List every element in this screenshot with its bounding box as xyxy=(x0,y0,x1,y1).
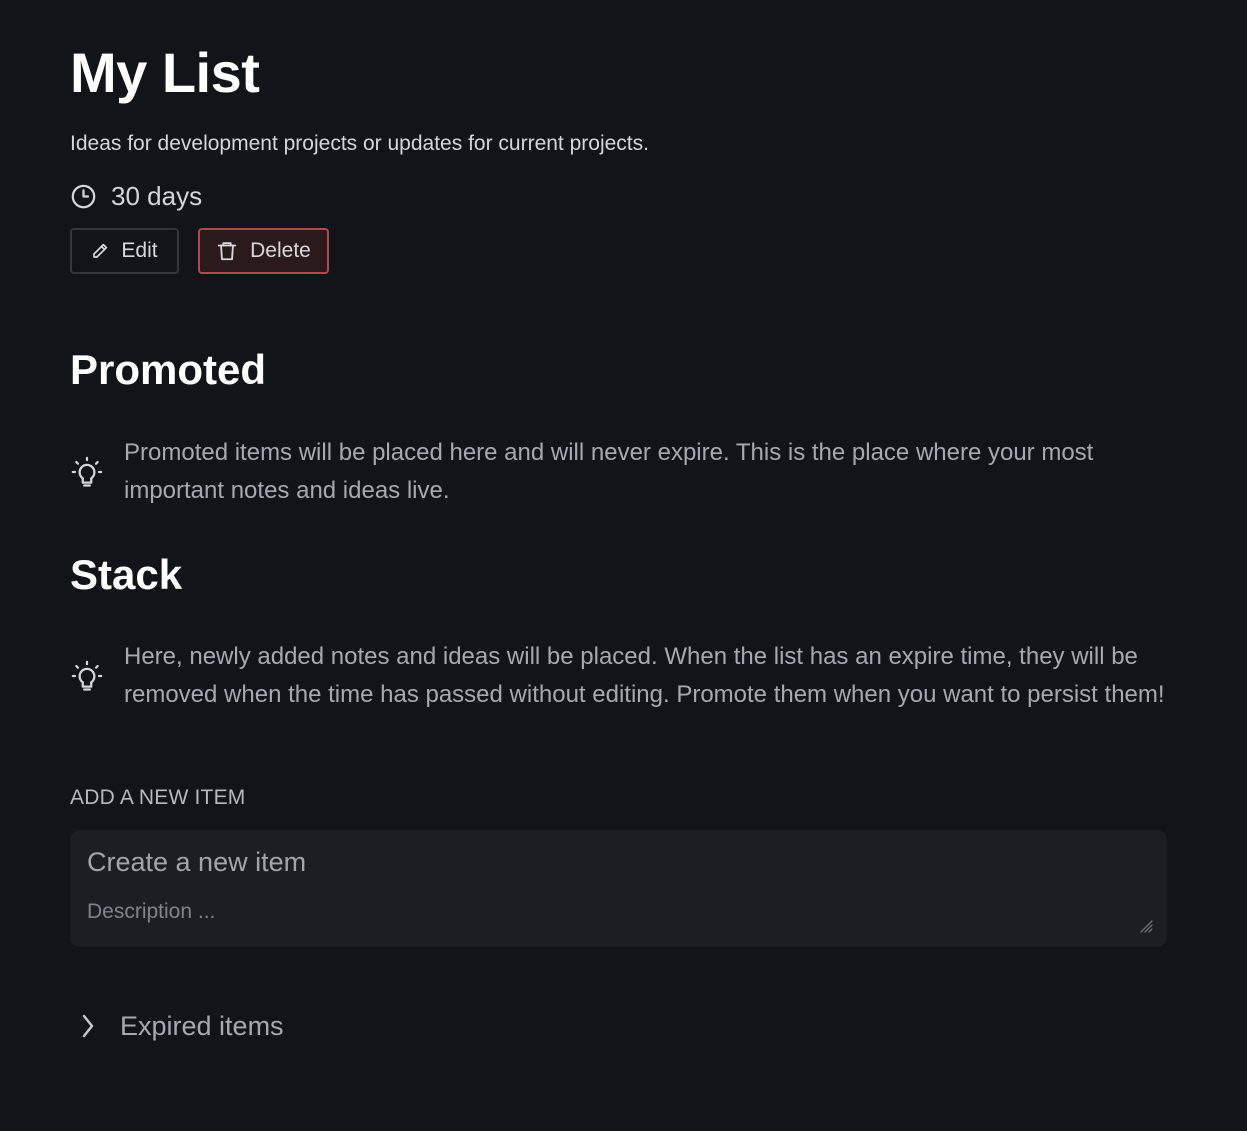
clock-icon xyxy=(70,183,97,210)
expired-items-toggle[interactable]: Expired items xyxy=(80,1006,284,1046)
lightbulb-icon xyxy=(70,455,124,489)
resize-handle-icon[interactable] xyxy=(1139,919,1153,933)
expire-duration-label: 30 days xyxy=(111,180,203,211)
edit-button[interactable]: Edit xyxy=(70,228,179,274)
delete-button-label: Delete xyxy=(250,239,311,262)
add-item-form xyxy=(70,830,1167,947)
expire-duration: 30 days xyxy=(70,178,202,214)
edit-button-label: Edit xyxy=(121,239,158,262)
promoted-hint-text: Promoted items will be placed here and w… xyxy=(124,439,1094,504)
chevron-right-icon xyxy=(80,1012,96,1040)
delete-button[interactable]: Delete xyxy=(198,228,329,274)
add-item-label: ADD A NEW ITEM xyxy=(70,786,246,809)
stack-hint-text: Here, newly added notes and ideas will b… xyxy=(124,643,1165,708)
lightbulb-icon xyxy=(70,659,124,693)
promoted-title: Promoted xyxy=(70,346,267,393)
pencil-icon xyxy=(91,242,109,260)
new-item-description-field[interactable] xyxy=(87,898,1147,940)
expired-items-label: Expired items xyxy=(120,1010,284,1041)
promoted-hint: Promoted items will be placed here and w… xyxy=(70,434,1167,509)
stack-title: Stack xyxy=(70,551,183,598)
page-title: My List xyxy=(70,41,260,104)
list-description: Ideas for development projects or update… xyxy=(70,132,649,155)
new-item-title-input[interactable] xyxy=(87,842,1147,882)
trash-icon xyxy=(216,240,238,262)
stack-hint: Here, newly added notes and ideas will b… xyxy=(70,638,1167,713)
